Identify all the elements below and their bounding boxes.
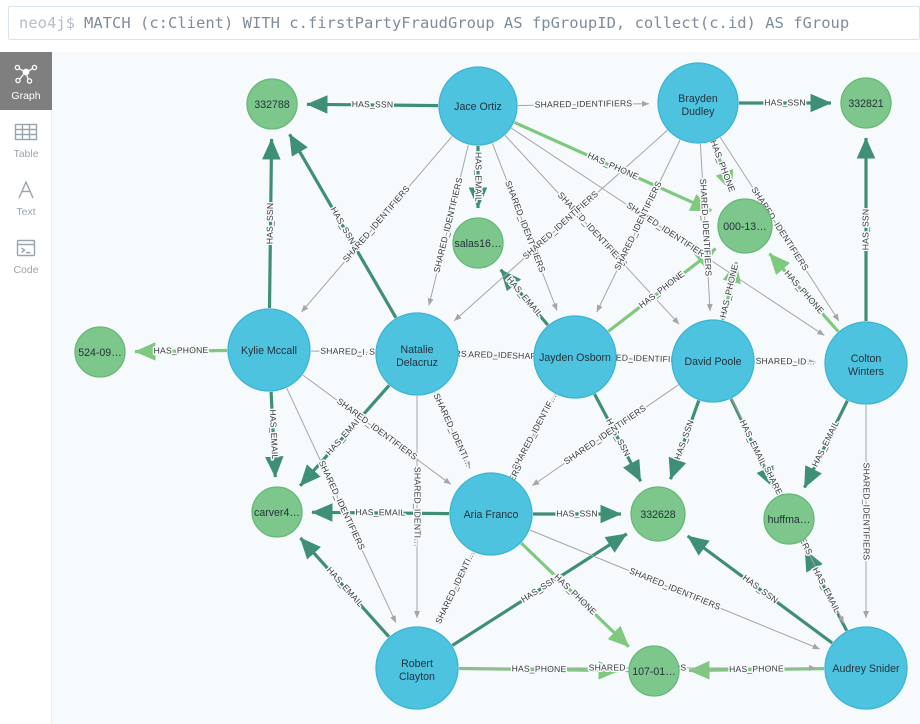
graph-node-client[interactable]: David Poole [671, 319, 755, 403]
graph-visualization-canvas[interactable]: HAS_SSN HAS_SSN HAS_SSN HAS_SSN HAS_SSN HAS_S… [52, 52, 920, 724]
node-circle[interactable] [74, 326, 126, 378]
relationship-label: SHARED_IDENTI… [433, 549, 477, 626]
graph-node-client[interactable]: Kylie Mccall [227, 308, 311, 392]
graph-svg[interactable]: HAS_SSN HAS_SSN HAS_SSN HAS_SSN HAS_SSN HAS_S… [52, 52, 920, 724]
table-icon [14, 119, 38, 145]
graph-node-client[interactable]: BraydenDudley [657, 62, 739, 144]
sidebar-item-text[interactable]: Text [0, 168, 52, 226]
node-circle[interactable] [251, 486, 303, 538]
relationship-label: HAS_EMAIL [811, 566, 843, 615]
query-prompt-label: neo4j$ [19, 14, 75, 32]
relationship-label: HAS_PHONE [154, 345, 209, 356]
relationship-label: HAS_PHONE [586, 150, 640, 182]
node-circle[interactable] [438, 66, 518, 146]
sidebar-item-graph[interactable]: Graph [0, 52, 52, 110]
relationship-label: HAS_PHONE [512, 663, 567, 674]
node-circle[interactable] [227, 308, 311, 392]
relationship-label: SHARED_IDENTIFIERS [341, 183, 412, 264]
graph-node-identifier[interactable]: salas16… [452, 217, 504, 269]
relationship-label: HAS_SSN [672, 418, 695, 460]
graph-icon [14, 61, 38, 87]
graph-node-identifier[interactable]: 000-13… [717, 198, 773, 254]
sidebar-item-graph-label: Graph [11, 89, 41, 102]
relationship-label: SHARED_ID… [756, 356, 816, 367]
graph-node-identifier[interactable]: 107-01… [628, 645, 680, 697]
sidebar-item-code-label: Code [13, 263, 39, 276]
graph-node-client[interactable]: Aria Franco [449, 472, 533, 556]
sidebar-item-code[interactable]: Code [0, 226, 52, 284]
node-circle[interactable] [246, 78, 298, 130]
code-icon [14, 235, 38, 261]
relationship-label: HAS_SSN [265, 203, 276, 245]
relationship-label: HAS_SSN [556, 508, 598, 518]
graph-node-client[interactable]: RobertClayton [375, 626, 459, 710]
relationship-label: HAS_SSN [352, 99, 394, 109]
sidebar-item-text-label: Text [16, 205, 36, 218]
query-input-bar[interactable]: neo4j$ MATCH (c:Client) WITH c.firstPart… [8, 6, 920, 40]
graph-node-identifier[interactable]: 332821 [840, 77, 892, 129]
node-circle[interactable] [671, 319, 755, 403]
view-mode-sidebar: Graph Table Text Code [0, 52, 52, 724]
node-circle[interactable] [840, 77, 892, 129]
relationship-label: SHARED_IDENTIFIERS [317, 459, 367, 552]
relationship-label: HAS_EMAIL [268, 409, 280, 459]
graph-node-client[interactable]: Audrey Snider [824, 626, 908, 710]
relationship-label: HAS_EMAIL [355, 507, 405, 517]
relationship-label: HAS_PHONE [708, 139, 737, 194]
node-circle[interactable] [375, 312, 459, 396]
node-circle[interactable] [763, 493, 815, 545]
neo4j-browser-window: neo4j$ MATCH (c:Client) WITH c.firstPart… [0, 0, 920, 724]
graph-node-client[interactable]: Jace Ortiz [438, 66, 518, 146]
relationship-label: HAS_EMAIL [738, 418, 769, 467]
relationship-label: HAS_PHONE [552, 572, 598, 617]
node-circle[interactable] [452, 217, 504, 269]
relationship-label: SHARED_IDENTIFIERS [535, 98, 633, 109]
graph-node-identifier[interactable]: 524-09… [74, 326, 126, 378]
graph-node-client[interactable]: ColtonWinters [824, 321, 908, 405]
node-circle[interactable] [628, 645, 680, 697]
graph-node-identifier[interactable]: huffma… [763, 493, 815, 545]
node-circle[interactable] [824, 626, 908, 710]
node-circle[interactable] [824, 321, 908, 405]
relationship-label: SHARED_IDENTIF… [510, 392, 559, 472]
relationship-label: HAS_SSN [329, 205, 358, 246]
relationship-label: SHARED_IDENTI… [413, 467, 423, 547]
relationship-label: HAS_PHONE [637, 269, 687, 310]
relationship-label: HAS_SSN [741, 573, 780, 606]
node-circle[interactable] [533, 315, 617, 399]
node-circle[interactable] [375, 626, 459, 710]
graph-node-identifier[interactable]: 332628 [630, 486, 686, 542]
node-circle[interactable] [630, 486, 686, 542]
relationship-label: SHARED_IDENTIFIERS [628, 566, 722, 612]
graph-node-client[interactable]: Jayden Osborn [533, 315, 617, 399]
node-circle[interactable] [657, 62, 739, 144]
relationship-label: SHARED_I… [320, 346, 374, 357]
relationship-label: HAS_EMAIL [325, 565, 366, 609]
node-circle[interactable] [717, 198, 773, 254]
query-text[interactable]: MATCH (c:Client) WITH c.firstPartyFraudG… [75, 14, 849, 32]
relationship-label: HAS_EMAIL [505, 275, 545, 320]
sidebar-item-table-label: Table [13, 147, 39, 160]
relationship-label: SHARED_IDENTIFIERS [862, 463, 872, 561]
relationship-label: SHARED_IDENTI… [432, 392, 475, 469]
graph-node-client[interactable]: NatalieDelacruz [375, 312, 459, 396]
graph-nodes-layer[interactable]: 332788 Jace Ortiz BraydenDudley 332821 salas… [74, 62, 908, 710]
graph-node-identifier[interactable]: 332788 [246, 78, 298, 130]
relationship-label: HAS_PHONE [729, 663, 784, 674]
relationship-label: HAS_SSN [764, 97, 806, 107]
graph-node-identifier[interactable]: carver4… [251, 486, 303, 538]
relationship-label: HAS_SSN [860, 209, 870, 251]
relationship-label: HAS_PHONE [718, 263, 740, 319]
text-icon [14, 177, 38, 203]
relationship-label: HAS_EMAIL [474, 152, 484, 202]
sidebar-item-table[interactable]: Table [0, 110, 52, 168]
node-circle[interactable] [449, 472, 533, 556]
relationship-label: HAS_EMAIL [810, 419, 841, 468]
